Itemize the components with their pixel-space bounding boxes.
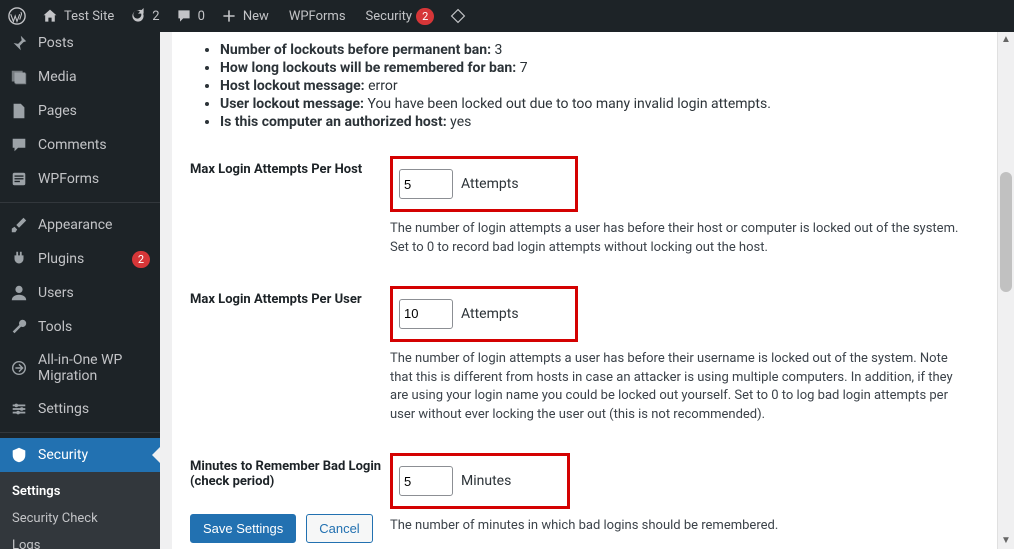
settings-icon <box>10 400 30 418</box>
scroll-up-arrow[interactable]: ▲ <box>998 32 1014 48</box>
field-label: Minutes to Remember Bad Login (check per… <box>190 453 390 489</box>
highlight-box: Minutes <box>390 453 570 509</box>
unit-label: Attempts <box>461 176 519 192</box>
summary-item: How long lockouts will be remembered for… <box>220 60 984 76</box>
sidebar-item-pages[interactable]: Pages <box>0 94 160 128</box>
main-content: Number of lockouts before permanent ban:… <box>160 32 1014 549</box>
sidebar-item-label: Pages <box>38 103 150 119</box>
sidebar-item-label: WPForms <box>38 171 150 187</box>
security-label: Security <box>366 9 413 24</box>
sidebar-item-tools[interactable]: Tools <box>0 310 160 344</box>
refresh-icon <box>130 8 148 24</box>
field-description: The number of login attempts a user has … <box>390 220 970 258</box>
wrench-icon <box>10 318 30 336</box>
comments-link[interactable]: 0 <box>168 0 213 32</box>
pin-icon <box>10 34 30 52</box>
wpforms-link[interactable]: WPForms <box>277 0 354 32</box>
updates-link[interactable]: 2 <box>122 0 167 32</box>
unit-label: Attempts <box>461 306 519 322</box>
sidebar-item-label: Media <box>38 69 150 85</box>
shield-icon <box>10 446 30 464</box>
sidebar-item-posts[interactable]: Posts <box>0 32 160 60</box>
field-description: The number of minutes in which bad login… <box>390 517 970 536</box>
sidebar-item-label: Users <box>38 285 150 301</box>
scroll-down-arrow[interactable]: ▼ <box>998 533 1014 549</box>
wp-logo[interactable] <box>0 0 34 32</box>
plug-icon <box>10 250 30 268</box>
sidebar-item-label: Comments <box>38 137 150 153</box>
diamond-icon <box>450 8 468 24</box>
security-submenu: Settings Security Check Logs Go Pro <box>0 472 160 549</box>
save-button[interactable]: Save Settings <box>190 514 296 543</box>
sidebar-item-settings[interactable]: Settings <box>0 392 160 426</box>
admin-bar: Test Site 2 0 New WPForms Security 2 <box>0 0 1014 32</box>
new-label: New <box>243 9 269 24</box>
settings-summary-list: Number of lockouts before permanent ban:… <box>190 32 984 146</box>
field-label: Max Login Attempts Per Host <box>190 156 390 177</box>
unit-label: Minutes <box>461 473 511 489</box>
summary-item: Host lockout message: error <box>220 78 984 94</box>
brush-icon <box>10 216 30 234</box>
field-max-login-host: Max Login Attempts Per Host Attempts The… <box>190 146 984 276</box>
sidebar-item-label: All-in-One WP Migration <box>38 352 150 384</box>
sidebar-item-media[interactable]: Media <box>0 60 160 94</box>
sidebar-item-label: Security <box>38 447 150 463</box>
comment-icon <box>10 136 30 154</box>
comments-count: 0 <box>198 9 205 24</box>
submenu-settings[interactable]: Settings <box>0 478 160 505</box>
highlight-box: Attempts <box>390 286 578 342</box>
user-icon <box>10 284 30 302</box>
submenu-security-check[interactable]: Security Check <box>0 505 160 532</box>
cancel-button[interactable]: Cancel <box>306 514 372 543</box>
new-content-link[interactable]: New <box>213 0 277 32</box>
migrate-icon <box>10 359 30 377</box>
scroll-thumb[interactable] <box>1000 172 1012 292</box>
comment-icon <box>176 8 194 24</box>
wpforms-label: WPForms <box>289 9 346 24</box>
plugins-count-badge: 2 <box>132 251 150 268</box>
site-name-link[interactable]: Test Site <box>34 0 122 32</box>
form-icon <box>10 170 30 188</box>
highlight-box: Attempts <box>390 156 578 212</box>
sidebar-item-migration[interactable]: All-in-One WP Migration <box>0 344 160 392</box>
sidebar-item-label: Appearance <box>38 217 150 233</box>
admin-sidebar: Posts Media Pages Comments WPForms Appea… <box>0 32 160 549</box>
sidebar-item-security[interactable]: Security <box>0 438 160 472</box>
security-count-badge: 2 <box>416 8 434 25</box>
sidebar-item-label: Tools <box>38 319 150 335</box>
submenu-logs[interactable]: Logs <box>0 532 160 549</box>
sidebar-item-label: Plugins <box>38 251 126 267</box>
field-max-login-user: Max Login Attempts Per User Attempts The… <box>190 276 984 443</box>
sidebar-item-appearance[interactable]: Appearance <box>0 208 160 242</box>
sidebar-item-label: Posts <box>38 35 150 51</box>
updates-count: 2 <box>152 9 159 24</box>
yoast-link[interactable] <box>442 0 476 32</box>
home-icon <box>42 8 60 24</box>
field-label: Max Login Attempts Per User <box>190 286 390 307</box>
summary-item: User lockout message: You have been lock… <box>220 96 984 112</box>
sidebar-item-wpforms[interactable]: WPForms <box>0 162 160 196</box>
wordpress-icon <box>8 7 26 25</box>
page-icon <box>10 102 30 120</box>
max-login-host-input[interactable] <box>399 169 453 199</box>
sidebar-item-users[interactable]: Users <box>0 276 160 310</box>
security-adminbar-link[interactable]: Security 2 <box>354 0 443 32</box>
summary-item: Is this computer an authorized host: yes <box>220 114 984 130</box>
minutes-remember-input[interactable] <box>399 466 453 496</box>
form-actions: Save Settings Cancel <box>190 514 373 543</box>
sidebar-item-label: Settings <box>38 401 150 417</box>
sidebar-item-comments[interactable]: Comments <box>0 128 160 162</box>
vertical-scrollbar[interactable]: ▲ ▼ <box>997 32 1014 549</box>
summary-item: Number of lockouts before permanent ban:… <box>220 42 984 58</box>
media-icon <box>10 68 30 86</box>
sidebar-item-plugins[interactable]: Plugins 2 <box>0 242 160 276</box>
max-login-user-input[interactable] <box>399 299 453 329</box>
field-description: The number of login attempts a user has … <box>390 350 970 425</box>
plus-icon <box>221 8 239 24</box>
site-name-text: Test Site <box>64 9 114 24</box>
